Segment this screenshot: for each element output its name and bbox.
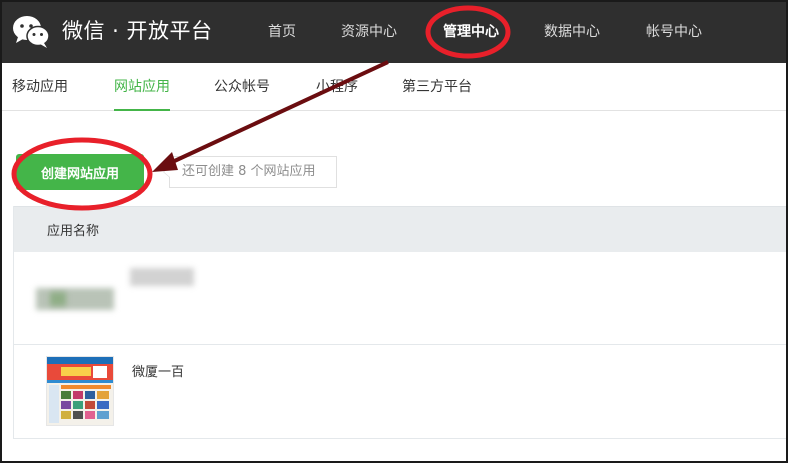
topnav-data-center[interactable]: 数据中心 (544, 22, 600, 42)
apps-table: 应用名称 微厦一百 (13, 206, 787, 439)
brand-title: 微信 · 开放平台 (62, 19, 213, 43)
topnav-home[interactable]: 首页 (268, 22, 296, 42)
tab-website-apps[interactable]: 网站应用 (114, 77, 170, 111)
topnav-management-center[interactable]: 管理中心 (443, 22, 499, 42)
column-header-app-name: 应用名称 (47, 224, 100, 239)
table-row[interactable]: 微厦一百 (14, 345, 787, 438)
app-thumbnail (46, 356, 114, 426)
remaining-quota-tip: 还可创建 8 个网站应用 (163, 156, 337, 188)
tab-third-party-platforms[interactable]: 第三方平台 (402, 77, 472, 101)
app-name-redaction (130, 268, 194, 286)
topnav-resource-center[interactable]: 资源中心 (341, 22, 397, 42)
tab-mini-programs[interactable]: 小程序 (316, 77, 358, 101)
tab-official-accounts[interactable]: 公众帐号 (214, 77, 270, 101)
table-header: 应用名称 (14, 206, 787, 252)
tab-mobile-apps[interactable]: 移动应用 (12, 77, 68, 101)
topnav-account-center[interactable]: 帐号中心 (646, 22, 702, 42)
top-bar: 微信 · 开放平台 首页 资源中心 管理中心 数据中心 帐号中心 (0, 0, 788, 63)
create-website-app-button[interactable]: 创建网站应用 (16, 154, 144, 190)
wechat-logo-icon (13, 16, 50, 48)
sub-nav: 移动应用 网站应用 公众帐号 小程序 第三方平台 (2, 63, 786, 111)
website-preview-image (47, 357, 113, 425)
table-row[interactable] (14, 252, 787, 345)
app-name[interactable]: 微厦一百 (132, 361, 184, 380)
